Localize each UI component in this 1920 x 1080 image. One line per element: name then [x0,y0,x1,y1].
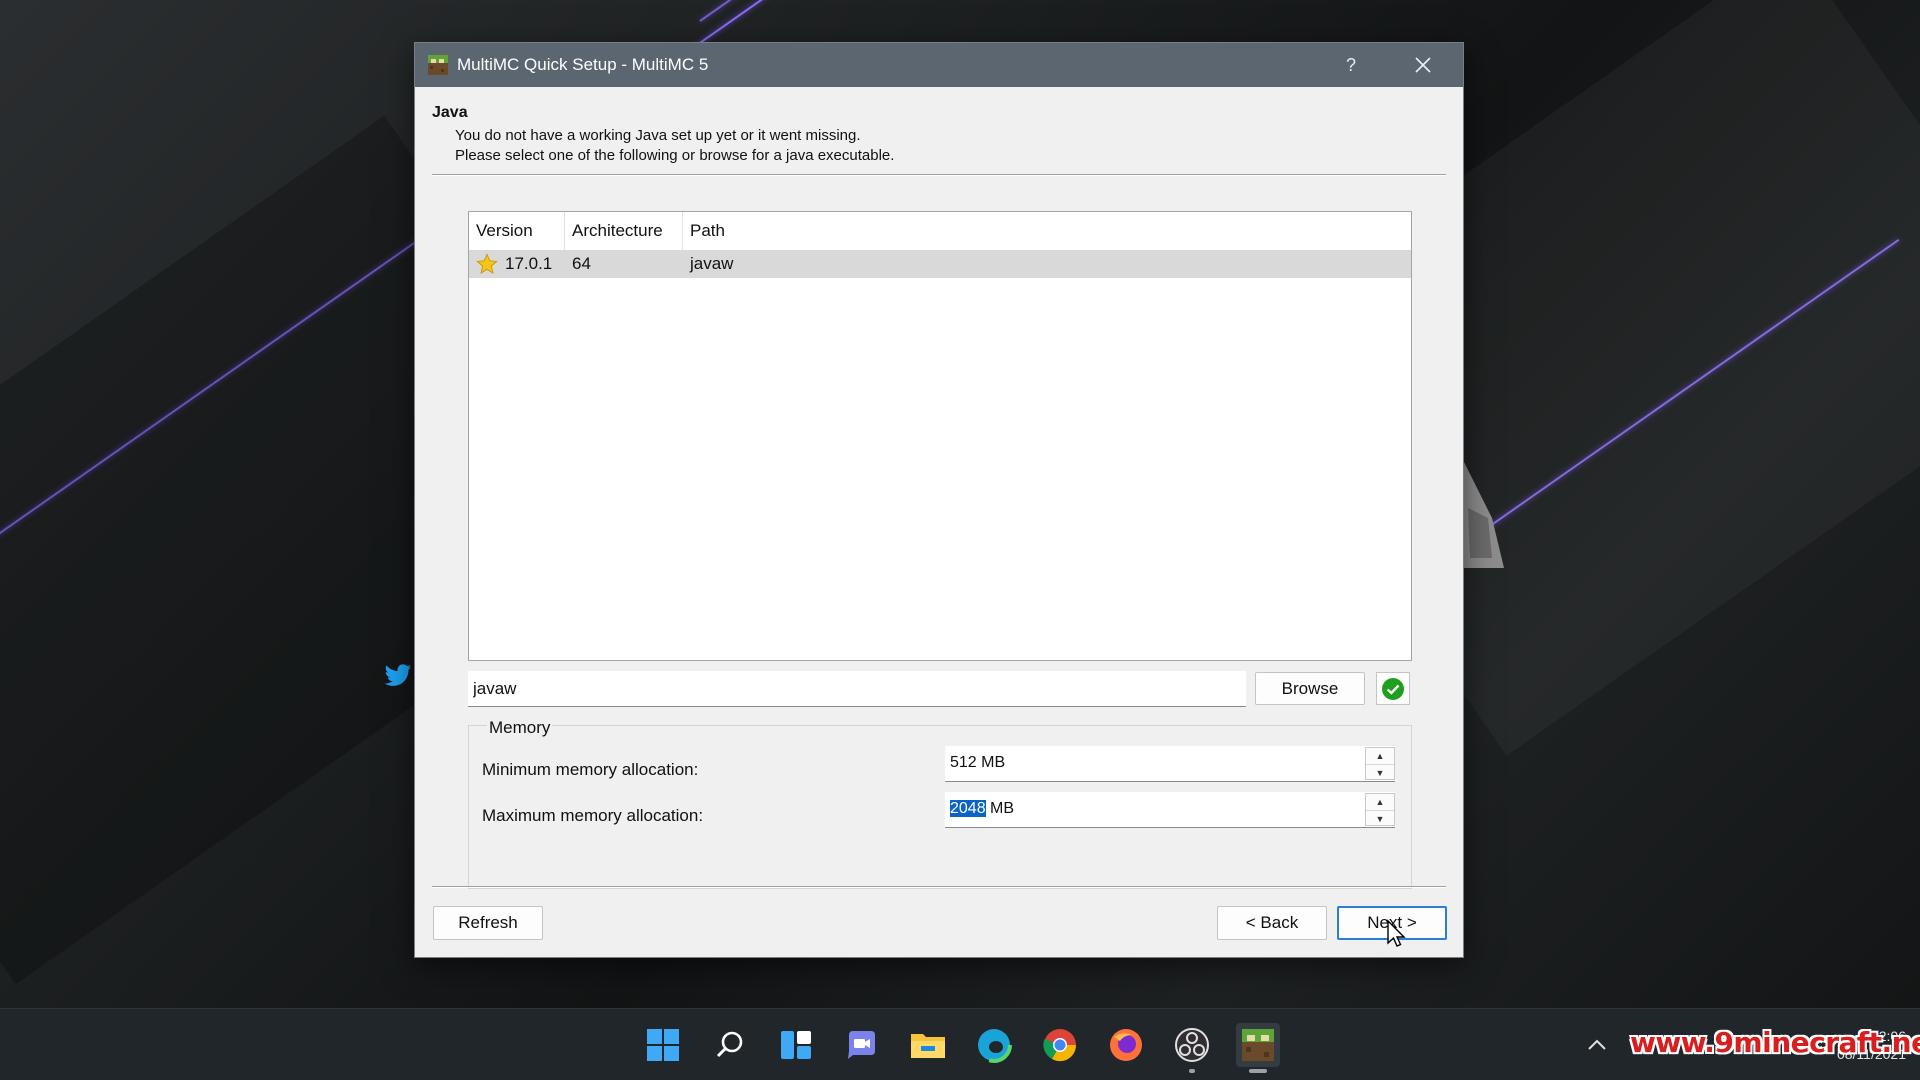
firefox-icon [1110,1029,1142,1061]
increment-arrow-icon[interactable]: ▲ [1366,748,1394,764]
java-version-list[interactable]: Version Architecture Path 17.0.1 64 java… [468,211,1412,661]
java-section-header: Java You do not have a working Java set … [432,104,894,166]
help-button[interactable]: ? [1321,43,1381,87]
memory-group-title: Memory [487,718,553,738]
section-title: Java [432,104,468,121]
section-description-line-2: Please select one of the following or br… [455,147,895,164]
java-version-value: 17.0.1 [505,254,553,273]
min-memory-value: 512 MB [950,754,1006,771]
divider [432,174,1446,176]
list-header: Version Architecture Path [469,212,1411,250]
max-memory-spinbox[interactable]: 2048 MB ▲ ▼ [945,792,1395,828]
search-icon [716,1031,743,1058]
taskbar-firefox[interactable] [1104,1023,1148,1067]
close-button[interactable] [1393,43,1453,87]
windows-start-icon [647,1029,679,1061]
taskbar-obs[interactable] [1170,1023,1214,1073]
taskbar-chrome[interactable] [1038,1023,1082,1067]
edge-icon [976,1027,1012,1063]
obs-icon [1175,1028,1209,1062]
java-status-indicator [1376,672,1410,705]
chat-icon [848,1031,875,1059]
chevron-up-icon[interactable] [1586,1037,1608,1053]
java-list-row[interactable]: 17.0.1 64 javaw [469,250,1411,278]
multimc-icon [1242,1029,1274,1061]
min-memory-label: Minimum memory allocation: [482,760,699,779]
taskbar-edge[interactable] [972,1023,1016,1067]
mouse-cursor-icon [1387,919,1406,947]
taskbar-file-explorer[interactable] [906,1023,950,1067]
java-path-input[interactable] [468,671,1246,707]
decrement-arrow-icon[interactable]: ▼ [1366,764,1394,780]
file-explorer-icon [911,1034,945,1058]
close-icon [1415,57,1431,73]
column-header-path[interactable]: Path [683,212,1411,250]
max-memory-stepper[interactable]: ▲ ▼ [1365,793,1395,826]
widgets-icon [781,1031,811,1059]
watermark-text: www.9minecraft.net [1630,1026,1920,1059]
min-memory-stepper[interactable]: ▲ ▼ [1365,747,1395,780]
min-memory-spinbox[interactable]: 512 MB ▲ ▼ [945,746,1395,782]
memory-group: Memory Minimum memory allocation: 512 MB… [468,718,1412,889]
taskbar-widgets[interactable] [774,1023,818,1067]
max-memory-value: 2048 MB [950,800,1014,818]
taskbar-start[interactable] [641,1023,685,1067]
quick-setup-dialog: MultiMC Quick Setup - MultiMC 5 ? Java Y… [414,42,1464,958]
window-title: MultiMC Quick Setup - MultiMC 5 [457,55,709,74]
browse-button[interactable]: Browse [1255,672,1365,705]
column-header-version[interactable]: Version [469,212,565,250]
max-memory-label: Maximum memory allocation: [482,806,704,825]
cell-version: 17.0.1 [469,250,565,278]
taskbar-search[interactable] [708,1023,752,1067]
refresh-button[interactable]: Refresh [433,906,543,940]
increment-arrow-icon[interactable]: ▲ [1366,794,1394,810]
max-memory-selected-text: 2048 [950,800,986,817]
max-memory-unit: MB [985,800,1015,817]
divider [432,886,1446,888]
cell-architecture: 64 [572,254,591,273]
chrome-icon [1043,1029,1077,1062]
star-icon [476,253,498,274]
cell-path: javaw [690,254,734,273]
title-bar[interactable]: MultiMC Quick Setup - MultiMC 5 ? [415,43,1463,87]
column-header-architecture[interactable]: Architecture [565,212,683,250]
twitter-icon [384,664,412,686]
decrement-arrow-icon[interactable]: ▼ [1366,810,1394,826]
section-description-line-1: You do not have a working Java set up ye… [455,127,861,144]
check-circle-icon [1382,677,1404,700]
taskbar-multimc[interactable] [1236,1023,1280,1073]
taskbar-chat[interactable] [840,1023,884,1067]
background-graphic [1462,458,1504,568]
multimc-grass-block-icon [428,55,448,75]
back-button[interactable]: < Back [1217,906,1327,940]
